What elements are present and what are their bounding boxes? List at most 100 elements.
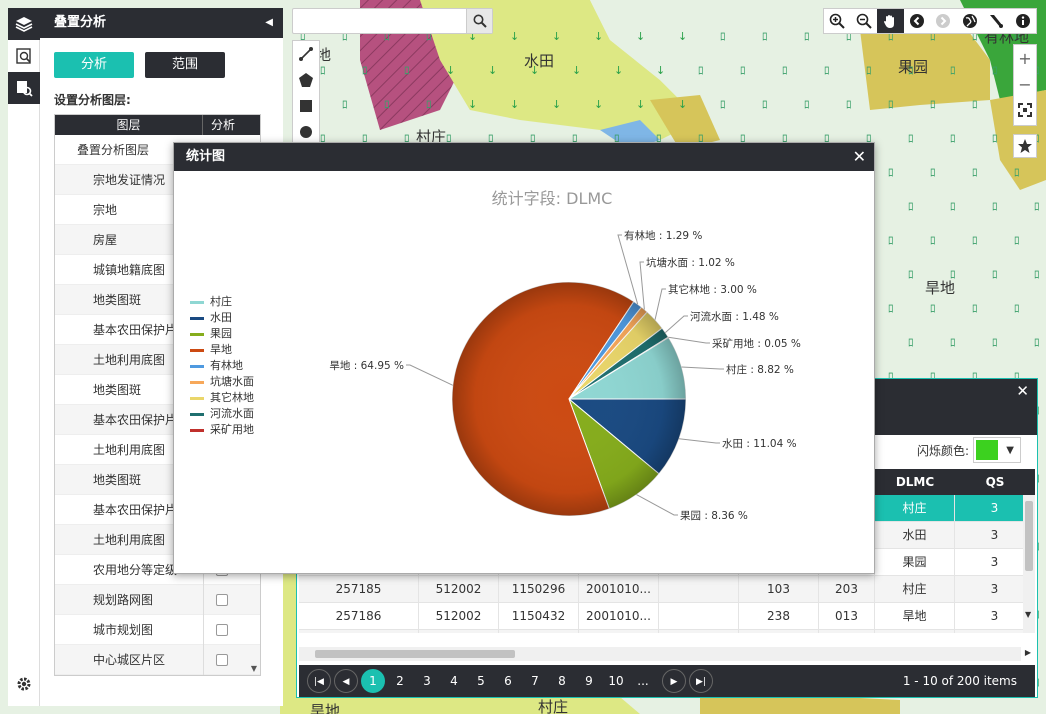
overlay-analysis-icon[interactable]: [8, 72, 40, 104]
scroll-right-arrow-icon[interactable]: ▶: [1025, 648, 1031, 657]
page-number-button[interactable]: 5: [469, 669, 493, 693]
layer-row[interactable]: 规划路网图: [55, 585, 260, 615]
map-symbol: ﾛ: [720, 98, 726, 111]
layer-name: 土地利用底图: [93, 443, 166, 457]
page-number-button[interactable]: 3: [415, 669, 439, 693]
legend-item[interactable]: 水田: [210, 311, 232, 324]
map-symbol: ﾛ: [1034, 200, 1040, 213]
next-extent-icon[interactable]: [930, 9, 957, 33]
chart-dialog-close-icon[interactable]: ✕: [853, 143, 866, 171]
table-row[interactable]: 257185 512002 1150296 2001010... 103 203 村庄 3: [299, 576, 1035, 603]
map-symbol: ﾛ: [720, 30, 726, 43]
table-row[interactable]: 25718851200211504532001010...259031有林地3: [299, 630, 1035, 633]
map-symbol: ﾛ: [888, 302, 894, 315]
measure-icon[interactable]: [983, 9, 1010, 33]
map-symbol: ﾛ: [992, 64, 998, 77]
info-icon[interactable]: [1010, 9, 1037, 33]
legend-item[interactable]: 河流水面: [210, 406, 254, 420]
tab-analyze[interactable]: 分析: [54, 52, 134, 78]
map-symbol: ﾛ: [740, 64, 746, 77]
map-symbol: ﾛ: [992, 268, 998, 281]
query-icon[interactable]: [8, 40, 40, 72]
zoom-out-icon[interactable]: [851, 9, 878, 33]
table-cell: 2001010...: [579, 630, 659, 633]
map-symbol: ﾛ: [782, 64, 788, 77]
zoom-control: + −: [1013, 44, 1037, 126]
vertical-scrollbar[interactable]: ▼: [1023, 495, 1035, 633]
tab-range[interactable]: 范围: [145, 52, 225, 78]
layer-name: 地类图斑: [93, 293, 142, 307]
horizontal-scrollbar[interactable]: ▶: [299, 647, 1031, 661]
layer-analyze-checkbox[interactable]: [216, 654, 228, 666]
fullscreen-icon[interactable]: [1014, 97, 1036, 123]
page-number-button[interactable]: 6: [496, 669, 520, 693]
map-symbol: ﾛ: [1014, 234, 1020, 247]
legend-item[interactable]: 果园: [210, 327, 232, 340]
page-number-button[interactable]: 10: [604, 669, 628, 693]
draw-line-icon[interactable]: [293, 41, 319, 67]
map-symbol: ↓: [678, 98, 687, 111]
search-button[interactable]: [466, 9, 492, 33]
layer-root-label: 叠置分析图层: [77, 143, 150, 157]
draw-rectangle-icon[interactable]: [293, 93, 319, 119]
map-symbol: ﾛ: [930, 302, 936, 315]
layer-row[interactable]: 城市规划图: [55, 615, 260, 645]
pan-hand-icon[interactable]: [877, 9, 904, 33]
layer-name: 地类图斑: [93, 473, 142, 487]
table-cell: 203: [819, 576, 875, 603]
table-cell: 水田: [875, 522, 955, 549]
prev-page-button[interactable]: ◀: [334, 669, 358, 693]
collapse-panel-icon[interactable]: ◀: [265, 8, 273, 38]
legend-item[interactable]: 有林地: [210, 358, 243, 372]
map-symbol: ﾛ: [846, 98, 852, 111]
settings-icon[interactable]: [8, 668, 40, 700]
previous-extent-icon[interactable]: [904, 9, 931, 33]
layer-analyze-checkbox[interactable]: [216, 624, 228, 636]
table-cell: 村庄: [875, 495, 955, 522]
table-row[interactable]: 257186 512002 1150432 2001010... 238 013 旱地 3: [299, 603, 1035, 630]
pie-data-label: 村庄 : 8.82 %: [726, 363, 794, 376]
scroll-down-icon[interactable]: ▼: [251, 664, 257, 673]
col-qs[interactable]: QS: [955, 469, 1035, 495]
map-symbol: ﾛ: [762, 30, 768, 43]
legend-item[interactable]: 村庄: [210, 294, 232, 308]
flash-color-picker[interactable]: ▼: [973, 437, 1021, 463]
page-number-button[interactable]: 2: [388, 669, 412, 693]
map-symbol: ↓: [510, 30, 519, 43]
full-extent-globe-icon[interactable]: [957, 9, 984, 33]
legend-item[interactable]: 旱地: [210, 343, 232, 356]
scroll-down-arrow-icon[interactable]: ▼: [1025, 610, 1031, 619]
map-label: 村庄: [538, 698, 569, 714]
zoom-in-icon[interactable]: [824, 9, 851, 33]
layer-name: 基本农田保护片: [93, 503, 178, 517]
col-dlmc[interactable]: DLMC: [875, 469, 955, 495]
legend-item[interactable]: 其它林地: [210, 390, 254, 404]
layer-name: 基本农田保护片: [93, 323, 178, 337]
bookmark-star-icon[interactable]: [1013, 134, 1037, 158]
next-page-button[interactable]: ▶: [662, 669, 686, 693]
layer-row[interactable]: 中心城区片区: [55, 645, 260, 675]
layers-icon[interactable]: [8, 8, 40, 40]
layer-analyze-checkbox[interactable]: [216, 594, 228, 606]
map-symbol: ﾛ: [426, 98, 432, 111]
legend-swatch: [190, 413, 204, 416]
search-input[interactable]: [297, 10, 467, 32]
map-symbol: ﾛ: [804, 30, 810, 43]
page-number-button[interactable]: ...: [631, 669, 655, 693]
panel-title: 叠置分析: [54, 15, 107, 30]
page-number-button[interactable]: 7: [523, 669, 547, 693]
draw-polygon-icon[interactable]: [293, 67, 319, 93]
first-page-button[interactable]: |◀: [307, 669, 331, 693]
page-number-button[interactable]: 4: [442, 669, 466, 693]
page-number-button[interactable]: 8: [550, 669, 574, 693]
legend-item[interactable]: 坑塘水面: [210, 374, 254, 388]
page-number-button[interactable]: 9: [577, 669, 601, 693]
table-cell: 031: [819, 630, 875, 633]
last-page-button[interactable]: ▶|: [689, 669, 713, 693]
legend-item[interactable]: 采矿用地: [210, 423, 254, 436]
zoom-minus-icon[interactable]: −: [1014, 71, 1036, 97]
zoom-plus-icon[interactable]: +: [1014, 45, 1036, 71]
page-number-button[interactable]: 1: [361, 669, 385, 693]
data-window-close-icon[interactable]: ✕: [1016, 382, 1029, 400]
map-symbol: ﾛ: [908, 336, 914, 349]
